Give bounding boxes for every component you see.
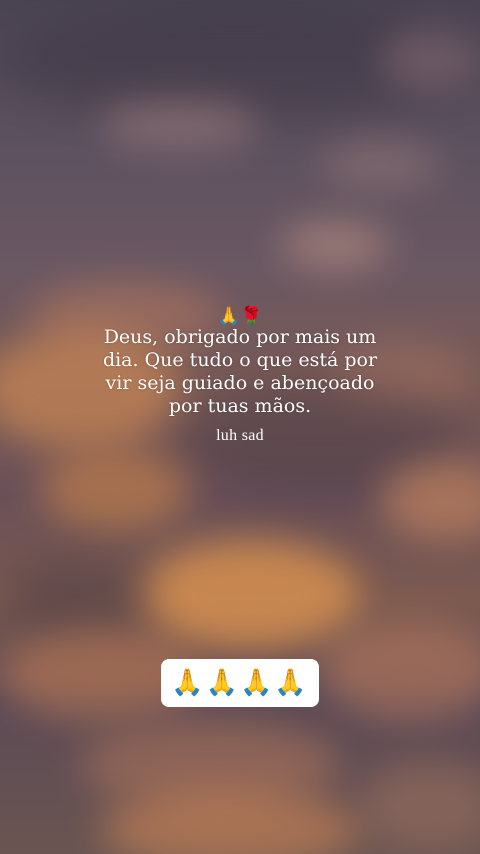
cloud <box>100 100 260 150</box>
cloud <box>380 30 480 90</box>
cloud <box>320 140 440 190</box>
praying-hands-icon: 🙏🙏🙏🙏 <box>171 668 309 698</box>
cloud <box>40 450 190 530</box>
sky-shadow <box>0 560 150 640</box>
praying-rose-icon: 🙏🌹 <box>217 306 263 327</box>
cloud <box>360 760 480 850</box>
cloud <box>140 540 360 650</box>
username-text: luh sad <box>216 427 264 444</box>
story-caption: Deus, obrigado por mais um dia. Que tudo… <box>102 326 378 417</box>
story-background: 🙏🌹 Deus, obrigado por mais um dia. Que t… <box>0 0 480 854</box>
emoji-sticker[interactable]: 🙏🙏🙏🙏 <box>161 659 319 707</box>
cloud <box>320 620 480 720</box>
cloud <box>280 220 390 270</box>
